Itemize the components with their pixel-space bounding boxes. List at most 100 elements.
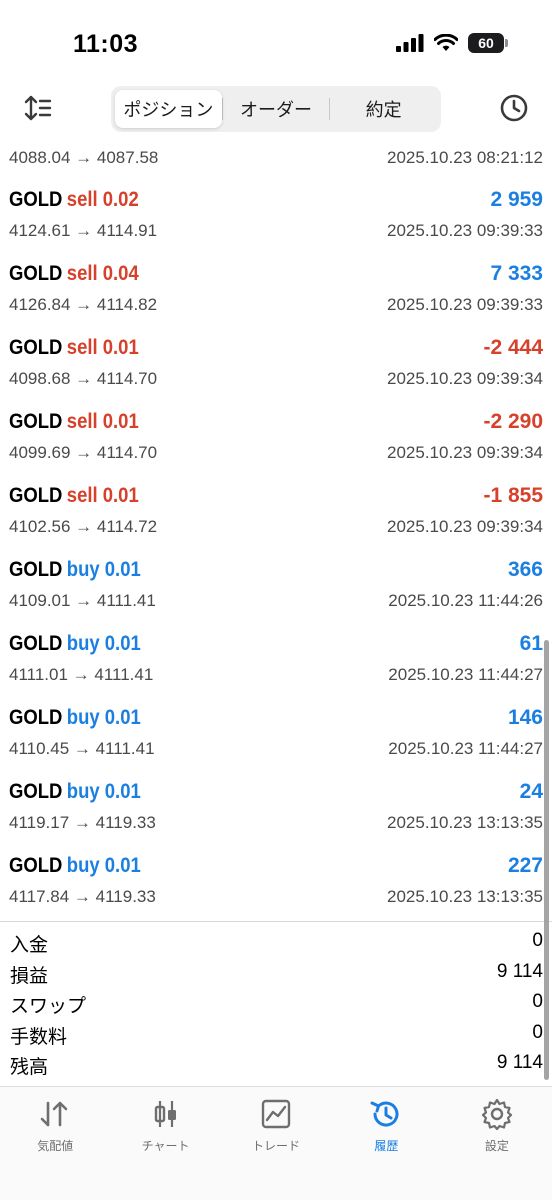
wifi-icon <box>434 34 458 51</box>
summary-value: 0 <box>532 1021 543 1043</box>
profit-value: 7 333 <box>490 262 543 285</box>
deal-time: 2025.10.23 09:39:34 <box>387 443 543 462</box>
settings-gear-icon <box>481 1098 512 1131</box>
deal-time: 2025.10.23 09:39:34 <box>387 369 543 388</box>
tab-chart[interactable]: チャート <box>110 1087 220 1200</box>
side-volume-label: buy 0.01 <box>66 632 141 655</box>
profit-value: -2 444 <box>483 336 543 359</box>
tab-history[interactable]: 履歴 <box>331 1087 441 1200</box>
status-icons: 60 <box>396 33 508 53</box>
summary-value: 9 114 <box>496 960 543 982</box>
side-volume-label: sell 0.02 <box>66 188 139 211</box>
table-row[interactable]: GOLD buy 0.01 61 4111.01 → 4111.41 2025.10.2… <box>0 620 552 694</box>
deal-time: 2025.10.23 13:13:35 <box>387 813 543 832</box>
tab-label: 設定 <box>484 1139 509 1153</box>
tab-label: 気配値 <box>37 1139 74 1153</box>
chart-candles-icon <box>154 1101 176 1127</box>
clock-icon[interactable] <box>498 92 530 124</box>
profit-value: 366 <box>507 558 543 581</box>
deal-title: GOLD sell 0.01 <box>9 484 139 508</box>
nav-bar: ポジション オーダー 約定 <box>0 84 552 132</box>
status-bar: 11:03 60 <box>0 0 552 80</box>
tab-label: チャート <box>141 1139 190 1153</box>
symbol-label: GOLD <box>9 410 63 433</box>
deal-time: 2025.10.23 09:39:33 <box>387 221 543 240</box>
table-row[interactable]: GOLD sell 0.04 7 333 4126.84 → 4114.82 2025.… <box>0 250 552 324</box>
tab-label: 履歴 <box>374 1139 399 1153</box>
price-range: 4088.04 → 4087.58 <box>9 148 159 167</box>
symbol-label: GOLD <box>9 262 63 285</box>
deal-title: GOLD sell 0.04 <box>9 262 139 286</box>
deal-title: GOLD buy 0.01 <box>9 558 141 582</box>
symbol-label: GOLD <box>9 854 63 877</box>
tab-quotes[interactable]: 気配値 <box>0 1087 110 1200</box>
summary-value: 9 114 <box>496 1052 543 1073</box>
symbol-label: GOLD <box>9 706 63 729</box>
price-range: 4126.84 → 4114.82 <box>9 295 158 314</box>
table-row[interactable]: GOLD sell 0.01 -2 290 4099.69 → 4114.70 2025… <box>0 398 552 472</box>
deal-title: GOLD buy 0.01 <box>9 632 141 656</box>
deal-time: 2025.10.23 11:44:27 <box>388 739 543 758</box>
deal-title: GOLD buy 0.01 <box>9 854 141 878</box>
price-range: 4109.01 → 4111.41 <box>9 591 156 610</box>
battery-level: 60 <box>478 35 494 51</box>
profit-value: 146 <box>507 706 543 729</box>
price-range: 4099.69 → 4114.70 <box>9 443 158 462</box>
price-range: 4111.01 → 4111.41 <box>9 665 154 684</box>
deal-time: 2025.10.23 09:39:34 <box>387 517 543 536</box>
trade-icon <box>261 1099 291 1129</box>
symbol-label: GOLD <box>9 780 63 803</box>
deal-title: GOLD buy 0.01 <box>9 706 141 730</box>
price-range: 4117.84 → 4119.33 <box>9 887 156 906</box>
summary-row: 手数料 0 <box>0 1020 552 1051</box>
table-row[interactable]: GOLD buy 0.01 146 4110.45 → 4111.41 2025.10.… <box>0 694 552 768</box>
price-range: 4102.56 → 4114.72 <box>9 517 158 536</box>
symbol-label: GOLD <box>9 558 63 581</box>
summary-label: 残高 <box>10 1057 49 1078</box>
tab-settings[interactable]: 設定 <box>442 1087 552 1200</box>
summary-value: 0 <box>532 991 543 1012</box>
deal-title: GOLD sell 0.01 <box>9 336 139 360</box>
deal-title: GOLD sell 0.01 <box>9 410 139 434</box>
side-volume-label: sell 0.01 <box>66 484 139 507</box>
tab-trade[interactable]: トレード <box>221 1087 331 1200</box>
table-row[interactable]: GOLD sell 0.01 -2 444 4098.68 → 4114.70 2025… <box>0 324 552 398</box>
table-row[interactable]: GOLD buy 0.01 24 4119.17 → 4119.33 2025.10.2… <box>0 768 552 842</box>
list-item[interactable]: 4088.04 → 4087.58 2025.10.23 08:21:12 <box>0 136 552 176</box>
side-volume-label: buy 0.01 <box>66 706 141 729</box>
price-range: 4098.68 → 4114.70 <box>9 369 158 388</box>
divider <box>0 921 552 922</box>
sort-icon[interactable] <box>22 92 54 124</box>
price-range: 4119.17 → 4119.33 <box>9 813 156 832</box>
deal-time: 2025.10.23 11:44:27 <box>388 665 543 684</box>
deal-time: 2025.10.23 09:39:33 <box>387 295 543 314</box>
summary: 入金 0 損益 9 114 スワップ 0 手数料 0 残高 9 114 <box>0 928 552 1081</box>
symbol-label: GOLD <box>9 188 63 211</box>
tab-orders[interactable]: オーダー <box>223 90 330 128</box>
price-range: 4124.61 → 4114.91 <box>9 221 158 240</box>
deal-title: GOLD sell 0.02 <box>9 188 139 212</box>
summary-label: 手数料 <box>10 1026 68 1048</box>
symbol-label: GOLD <box>9 336 63 359</box>
history-icon <box>370 1101 399 1127</box>
summary-row: 損益 9 114 <box>0 959 552 990</box>
profit-value: 2 959 <box>490 188 543 211</box>
table-row[interactable]: GOLD buy 0.01 227 4117.84 → 4119.33 2025.10.… <box>0 842 552 916</box>
quotes-icon <box>40 1101 68 1127</box>
tab-positions[interactable]: ポジション <box>115 90 222 128</box>
symbol-label: GOLD <box>9 632 63 655</box>
tab-deals[interactable]: 約定 <box>330 90 437 128</box>
profit-value: -2 290 <box>483 410 543 433</box>
scroll-indicator[interactable] <box>544 640 549 1080</box>
profit-value: -1 855 <box>483 484 543 507</box>
battery-icon: 60 <box>468 33 508 53</box>
side-volume-label: buy 0.01 <box>66 780 141 803</box>
summary-label: スワップ <box>10 996 87 1017</box>
summary-label: 損益 <box>10 965 49 987</box>
summary-row: 入金 0 <box>0 928 552 959</box>
table-row[interactable]: GOLD sell 0.01 -1 855 4102.56 → 4114.72 2025… <box>0 472 552 546</box>
cellular-signal-icon <box>396 34 424 52</box>
table-row[interactable]: GOLD buy 0.01 366 4109.01 → 4111.41 2025.10.… <box>0 546 552 620</box>
deal-time: 2025.10.23 11:44:26 <box>388 591 543 610</box>
table-row[interactable]: GOLD sell 0.02 2 959 4124.61 → 4114.91 2025.… <box>0 176 552 250</box>
